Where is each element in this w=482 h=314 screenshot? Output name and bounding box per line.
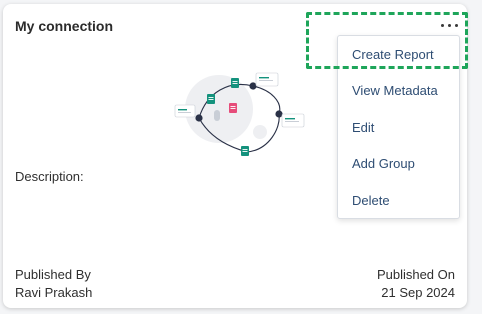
dot	[447, 23, 451, 27]
card-title: My connection	[15, 18, 114, 34]
menu-item-view-metadata[interactable]: View Metadata	[338, 73, 459, 110]
menu-item-edit[interactable]: Edit	[338, 109, 459, 146]
data-connection-illustration	[174, 72, 305, 156]
published-by-value: Ravi Prakash	[15, 285, 93, 300]
published-on-value: 21 Sep 2024	[381, 285, 455, 300]
published-on: Published On 21 Sep 2024	[377, 266, 455, 302]
published-by: Published By Ravi Prakash	[15, 266, 92, 302]
published-on-label: Published On	[376, 267, 455, 282]
options-menu: Create Report View Metadata Edit Add Gro…	[337, 35, 460, 219]
menu-item-delete[interactable]: Delete	[338, 182, 459, 219]
more-options-icon[interactable]	[435, 17, 463, 33]
menu-item-create-report[interactable]: Create Report	[338, 36, 459, 73]
menu-item-add-group[interactable]: Add Group	[338, 146, 459, 183]
published-by-label: Published By	[15, 267, 91, 282]
dot	[454, 23, 458, 27]
description-label: Description:	[15, 169, 84, 184]
dot	[440, 23, 444, 27]
